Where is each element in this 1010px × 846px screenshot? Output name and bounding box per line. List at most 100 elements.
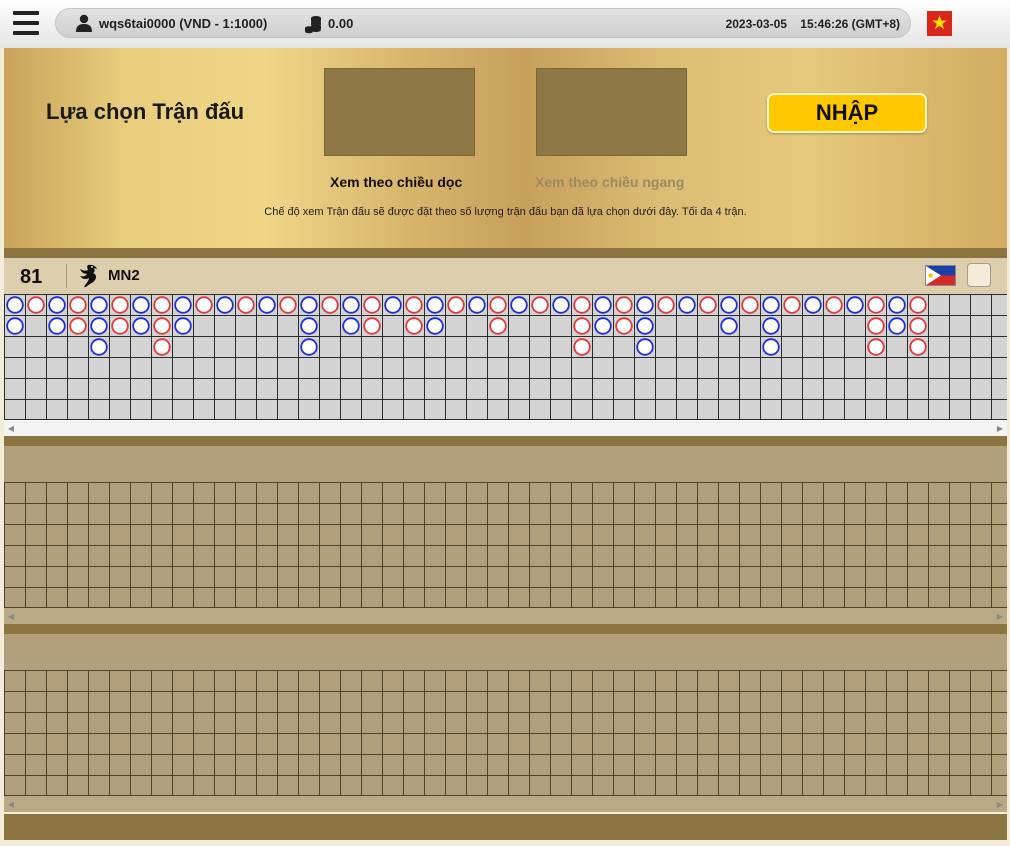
blue-result-circle xyxy=(510,296,528,314)
road-scrollbar[interactable]: ◀ ▶ xyxy=(4,420,1007,436)
red-result-circle xyxy=(279,296,297,314)
red-result-circle xyxy=(447,296,465,314)
user-icon xyxy=(76,14,92,32)
red-result-circle xyxy=(573,317,591,335)
red-result-circle xyxy=(615,317,633,335)
red-result-circle xyxy=(825,296,843,314)
blue-result-circle xyxy=(762,317,780,335)
red-result-circle xyxy=(405,296,423,314)
match-selection-banner: Lựa chọn Trận đấu Xem theo chiều dọc Xem… xyxy=(4,48,1007,248)
scroll-left-icon[interactable]: ◀ xyxy=(4,420,18,436)
rooster-icon xyxy=(80,264,97,287)
blue-result-circle xyxy=(90,317,108,335)
scroll-right-icon[interactable]: ▶ xyxy=(993,796,1007,812)
language-flag-vietnam-icon[interactable]: ★ xyxy=(927,11,952,36)
scroll-left-icon[interactable]: ◀ xyxy=(4,796,18,812)
blue-result-circle xyxy=(678,296,696,314)
blue-result-circle xyxy=(846,296,864,314)
red-result-circle xyxy=(69,296,87,314)
red-result-circle xyxy=(573,296,591,314)
blue-result-circle xyxy=(132,317,150,335)
blue-result-circle xyxy=(636,338,654,356)
red-result-circle xyxy=(867,296,885,314)
header-separator xyxy=(66,264,67,288)
empty-road-grid xyxy=(4,670,1007,796)
divider xyxy=(4,624,1007,634)
red-result-circle xyxy=(741,296,759,314)
blue-result-circle xyxy=(804,296,822,314)
blue-result-circle xyxy=(636,296,654,314)
red-result-circle xyxy=(699,296,717,314)
view-vertical-option[interactable]: Xem theo chiều dọc xyxy=(330,174,462,190)
divider xyxy=(4,248,1007,258)
red-result-circle xyxy=(867,317,885,335)
horizontal-view-preview[interactable] xyxy=(536,68,687,156)
favorite-toggle-button[interactable] xyxy=(967,263,991,287)
blue-result-circle xyxy=(594,296,612,314)
red-result-circle xyxy=(489,317,507,335)
blue-result-circle xyxy=(342,317,360,335)
scroll-right-icon[interactable]: ▶ xyxy=(993,420,1007,436)
blue-result-circle xyxy=(426,296,444,314)
empty-table-header xyxy=(4,634,1007,670)
menu-icon[interactable] xyxy=(13,11,39,35)
banner-note: Chế độ xem Trận đấu sẽ được đặt theo số … xyxy=(264,206,747,218)
red-result-circle xyxy=(363,296,381,314)
blue-result-circle xyxy=(888,296,906,314)
account-bar: wqs6tai0000 (VND - 1:1000) 0.00 2023-03-… xyxy=(55,8,911,38)
divider xyxy=(4,436,1007,446)
red-result-circle xyxy=(237,296,255,314)
coins-icon xyxy=(305,16,321,34)
red-result-circle xyxy=(615,296,633,314)
red-result-circle xyxy=(909,317,927,335)
blue-result-circle xyxy=(90,296,108,314)
red-result-circle xyxy=(909,338,927,356)
empty-table-header xyxy=(4,446,1007,482)
red-result-circle xyxy=(111,317,129,335)
blue-result-circle xyxy=(468,296,486,314)
red-result-circle xyxy=(195,296,213,314)
red-result-circle xyxy=(363,317,381,335)
philippines-flag-icon[interactable] xyxy=(925,265,956,286)
empty-road-grid xyxy=(4,482,1007,608)
table-header[interactable]: 81 MN2 xyxy=(4,258,1007,294)
footer-band xyxy=(4,814,1007,840)
blue-result-circle xyxy=(300,338,318,356)
blue-result-circle xyxy=(174,317,192,335)
table-number: 81 xyxy=(20,266,43,288)
blue-result-circle xyxy=(384,296,402,314)
blue-result-circle xyxy=(636,317,654,335)
red-result-circle xyxy=(69,317,87,335)
user-account-label: wqs6tai0000 (VND - 1:1000) xyxy=(99,16,268,31)
road-scrollbar[interactable]: ◀ ▶ xyxy=(4,608,1007,624)
blue-result-circle xyxy=(6,317,24,335)
red-result-circle xyxy=(783,296,801,314)
red-result-circle xyxy=(531,296,549,314)
red-result-circle xyxy=(153,338,171,356)
red-result-circle xyxy=(111,296,129,314)
scroll-right-icon[interactable]: ▶ xyxy=(993,608,1007,624)
blue-result-circle xyxy=(426,317,444,335)
balance-value: 0.00 xyxy=(328,16,354,31)
red-result-circle xyxy=(489,296,507,314)
date-value: 2023-03-05 xyxy=(725,17,787,31)
blue-result-circle xyxy=(174,296,192,314)
blue-result-circle xyxy=(300,317,318,335)
blue-result-circle xyxy=(594,317,612,335)
time-value: 15:46:26 (GMT+8) xyxy=(800,17,900,31)
red-result-circle xyxy=(27,296,45,314)
blue-result-circle xyxy=(90,338,108,356)
blue-result-circle xyxy=(48,317,66,335)
vertical-view-preview[interactable] xyxy=(324,68,475,156)
blue-result-circle xyxy=(342,296,360,314)
red-result-circle xyxy=(867,338,885,356)
blue-result-circle xyxy=(216,296,234,314)
blue-result-circle xyxy=(6,296,24,314)
datetime: 2023-03-05 15:46:26 (GMT+8) xyxy=(716,17,900,31)
table-name: MN2 xyxy=(108,267,140,284)
scroll-left-icon[interactable]: ◀ xyxy=(4,608,18,624)
enter-button[interactable]: NHẬP xyxy=(767,93,927,133)
road-scrollbar[interactable]: ◀ ▶ xyxy=(4,796,1007,812)
view-horizontal-option[interactable]: Xem theo chiều ngang xyxy=(535,174,684,190)
blue-result-circle xyxy=(48,296,66,314)
